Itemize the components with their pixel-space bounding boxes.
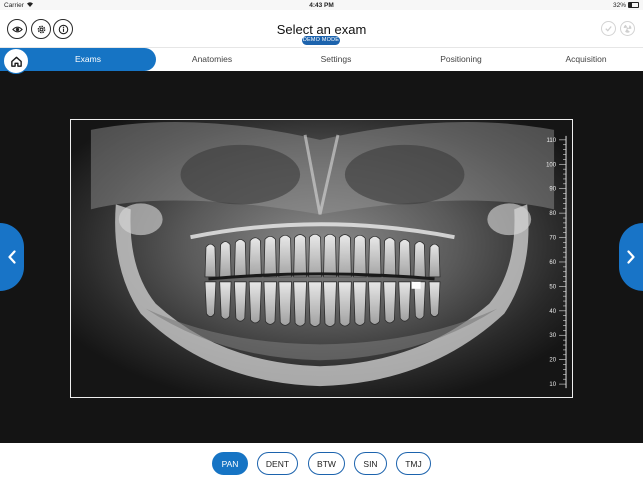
radiation-icon[interactable] (620, 21, 635, 36)
previous-button[interactable] (0, 223, 24, 291)
ruler-label: 30 (549, 333, 556, 339)
tab-bar: Exams Anatomies Settings Positioning Acq… (0, 47, 643, 74)
chevron-right-icon (627, 250, 635, 264)
tab-anatomies[interactable]: Anatomies (183, 54, 241, 64)
page-title: Select an exam (276, 22, 367, 37)
app-window: Carrier 4:43 PM 32% Select an exam DEMO … (0, 0, 643, 482)
battery-icon (628, 2, 639, 8)
tab-exams[interactable]: Exams (62, 54, 114, 64)
ruler-label: 40 (549, 309, 556, 315)
ruler-label: 70 (549, 236, 556, 242)
ruler-label: 80 (549, 211, 556, 217)
exam-btw-button[interactable]: BTW (308, 452, 345, 475)
ruler-label: 10 (549, 382, 556, 388)
home-icon[interactable] (3, 48, 29, 74)
exam-sin-button[interactable]: SIN (354, 452, 387, 475)
exam-tmj-button[interactable]: TMJ (396, 452, 431, 475)
status-time: 4:43 PM (309, 1, 334, 9)
battery-percent: 32% (612, 1, 626, 9)
ruler-label: 90 (549, 187, 556, 193)
exam-dent-button[interactable]: DENT (257, 452, 298, 475)
tab-positioning[interactable]: Positioning (430, 54, 492, 64)
panoramic-xray-image: 110 100 90 80 70 60 50 40 30 20 10 (70, 119, 573, 398)
header: Select an exam DEMO MODE (0, 10, 643, 48)
ruler-label: 60 (549, 260, 556, 266)
exam-type-selector: PAN DENT BTW SIN TMJ (0, 443, 643, 482)
ruler-label: 110 (547, 138, 557, 144)
exam-pan-button[interactable]: PAN (212, 452, 248, 475)
image-viewer: 110 100 90 80 70 60 50 40 30 20 10 (0, 71, 643, 443)
chevron-left-icon (8, 250, 16, 264)
status-bar: Carrier 4:43 PM 32% (0, 0, 643, 10)
next-button[interactable] (619, 223, 643, 291)
tab-acquisition[interactable]: Acquisition (555, 54, 617, 64)
ruler-label: 100 (546, 162, 557, 168)
demo-mode-badge: DEMO MODE (302, 36, 340, 45)
ruler-label: 50 (549, 284, 556, 290)
tab-settings[interactable]: Settings (308, 54, 364, 64)
check-icon[interactable] (601, 21, 616, 36)
ruler-label: 20 (549, 358, 556, 364)
